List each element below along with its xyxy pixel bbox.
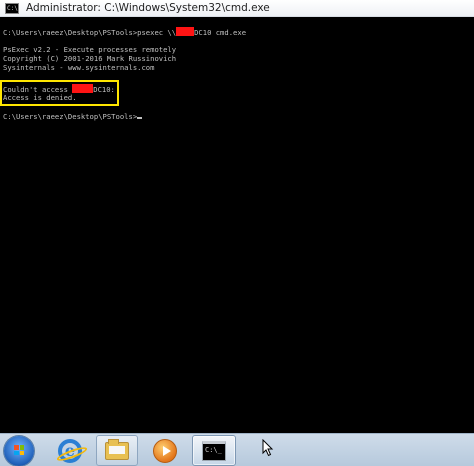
folder-icon (105, 438, 129, 460)
taskbar-command-prompt-button[interactable]: C:\_ (192, 435, 236, 466)
command-prompt-icon: C:\_ (202, 440, 226, 461)
taskbar-file-explorer-button[interactable] (96, 435, 138, 466)
prompt-text: C:\Users\raeez\Desktop\PSTools> (3, 112, 138, 121)
taskbar: e C:\_ (0, 433, 474, 466)
console-output-area[interactable]: C:\Users\raeez\Desktop\PSTools>psexec \\… (0, 17, 474, 433)
window-title-bar[interactable]: C:\ Administrator: C:\Windows\System32\c… (0, 0, 474, 17)
cmd-window-icon[interactable]: C:\ (5, 2, 19, 14)
console-line-command: C:\Users\raeez\Desktop\PSTools>psexec \\… (3, 27, 246, 37)
windows-logo-icon (14, 445, 24, 455)
redacted-hostname (176, 27, 195, 36)
taskbar-internet-explorer-button[interactable]: e (50, 435, 90, 466)
taskbar-media-player-button[interactable] (144, 435, 186, 466)
command-suffix: DC10 cmd.exe (194, 28, 247, 37)
windows-start-orb-icon[interactable] (4, 436, 34, 466)
command-prefix: C:\Users\raeez\Desktop\PSTools>psexec \\ (3, 28, 177, 37)
console-line-website: Sysinternals - www.sysinternals.com (3, 63, 155, 72)
window-title: Administrator: C:\Windows\System32\cmd.e… (26, 2, 270, 14)
media-player-icon (153, 438, 177, 463)
text-cursor (137, 117, 143, 119)
console-line-prompt: C:\Users\raeez\Desktop\PSTools> (3, 112, 143, 122)
error-highlight-box (0, 80, 119, 106)
internet-explorer-icon: e (55, 438, 89, 463)
